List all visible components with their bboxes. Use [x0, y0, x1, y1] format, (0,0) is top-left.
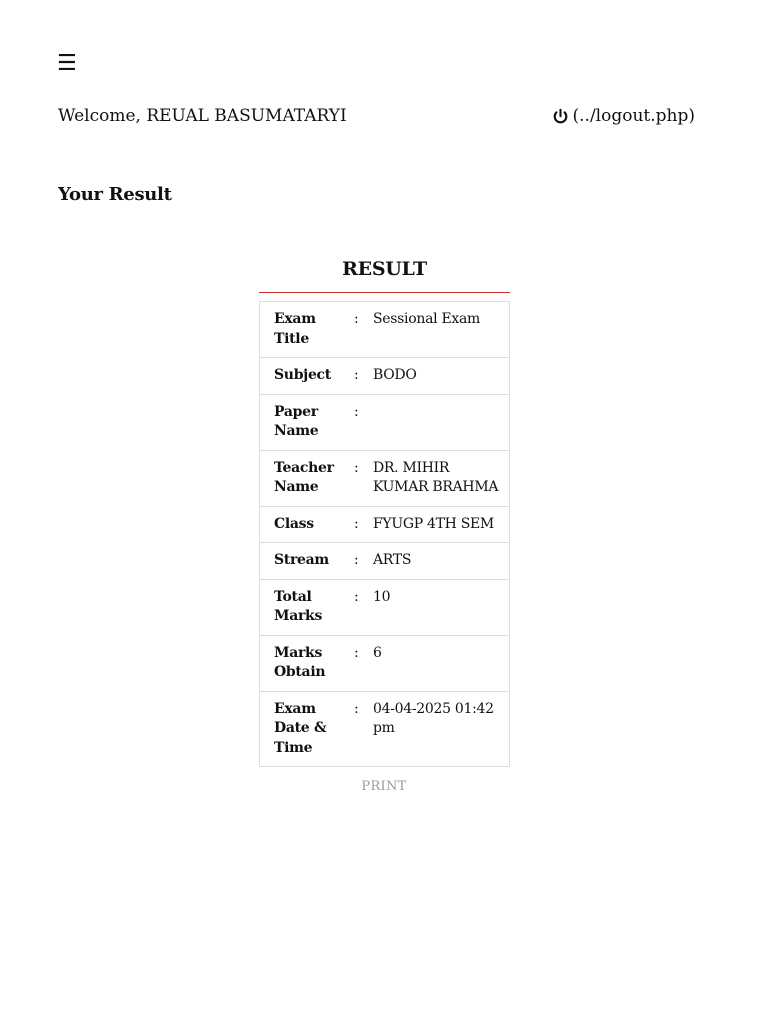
- row-value: [373, 393, 510, 451]
- result-table: Exam Title : Sessional Exam Subject : BO…: [259, 301, 510, 767]
- row-label: Teacher Name: [259, 449, 354, 507]
- row-separator: :: [354, 505, 373, 543]
- print-button[interactable]: PRINT: [0, 779, 768, 794]
- welcome-message: Welcome, REUAL BASUMATARYI: [58, 106, 347, 126]
- row-label: Exam Date & Time: [259, 690, 354, 767]
- row-value: 6: [373, 634, 510, 692]
- row-label: Stream: [259, 542, 354, 580]
- table-row: Teacher Name : DR. MIHIR KUMAR BRAHMA: [259, 449, 510, 507]
- row-value: Sessional Exam: [373, 301, 510, 358]
- row-separator: :: [354, 357, 373, 395]
- row-label: Total Marks: [259, 578, 354, 636]
- logout-label: (../logout.php): [572, 106, 696, 126]
- row-separator: :: [354, 542, 373, 580]
- row-label: Class: [259, 505, 354, 543]
- row-value: FYUGP 4TH SEM: [373, 505, 510, 543]
- row-separator: :: [354, 690, 373, 767]
- row-separator: :: [354, 578, 373, 636]
- table-row: Exam Date & Time : 04-04-2025 01:42 pm: [259, 690, 510, 767]
- row-label: Paper Name: [259, 393, 354, 451]
- result-heading: RESULT: [259, 256, 510, 293]
- row-value: DR. MIHIR KUMAR BRAHMA: [373, 449, 510, 507]
- table-row: Paper Name :: [259, 393, 510, 451]
- logout-link[interactable]: (../logout.php): [552, 104, 696, 128]
- result-card: RESULT Exam Title : Sessional Exam Subje…: [259, 256, 510, 767]
- table-row: Subject : BODO: [259, 357, 510, 395]
- table-row: Total Marks : 10: [259, 578, 510, 636]
- row-label: Subject: [259, 357, 354, 395]
- row-value: 10: [373, 578, 510, 636]
- row-separator: :: [354, 301, 373, 358]
- table-row: Exam Title : Sessional Exam: [259, 301, 510, 358]
- row-separator: :: [354, 634, 373, 692]
- row-separator: :: [354, 449, 373, 507]
- page-title: Your Result: [58, 184, 172, 205]
- row-value: 04-04-2025 01:42 pm: [373, 690, 510, 767]
- table-row: Marks Obtain : 6: [259, 634, 510, 692]
- row-label: Exam Title: [259, 301, 354, 358]
- power-icon: [552, 108, 569, 125]
- row-value: ARTS: [373, 542, 510, 580]
- row-label: Marks Obtain: [259, 634, 354, 692]
- hamburger-menu-icon[interactable]: ☰: [57, 50, 77, 78]
- row-separator: :: [354, 393, 373, 451]
- row-value: BODO: [373, 357, 510, 395]
- table-row: Class : FYUGP 4TH SEM: [259, 505, 510, 543]
- table-row: Stream : ARTS: [259, 542, 510, 580]
